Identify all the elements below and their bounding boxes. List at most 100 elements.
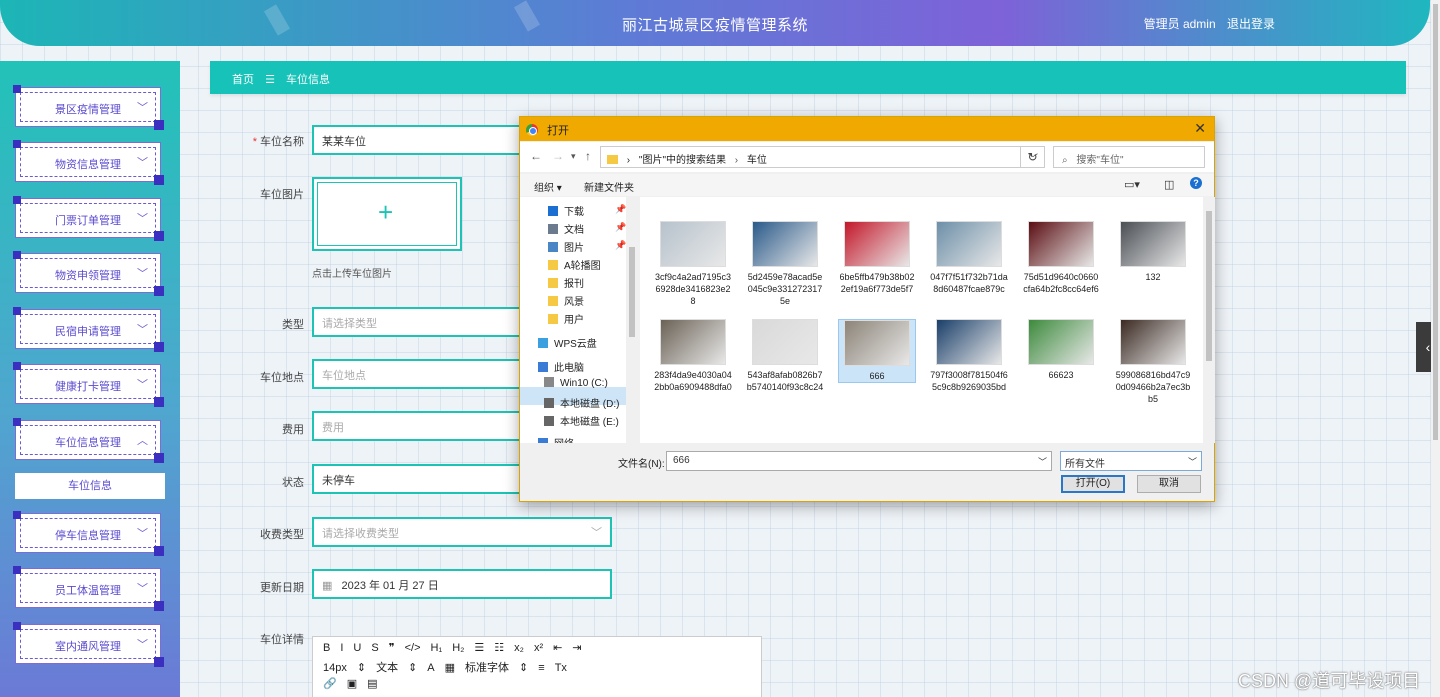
nav-item[interactable]: 本地磁盘 (E:) [544,413,619,428]
nav-item[interactable]: 图片 [548,239,584,254]
editor-tool-icon[interactable]: A [427,662,434,674]
cancel-button[interactable]: 取消 [1137,475,1201,493]
files-scrollbar[interactable] [1203,197,1215,443]
editor-tool-icon[interactable]: ⇥ [572,641,581,654]
nav-item-icon [544,377,554,387]
sidebar-menu-item[interactable]: 员工体温管理 ﹀ [13,566,164,611]
editor-tool-icon[interactable]: ⇕ [519,661,528,674]
path-segment[interactable]: 车位 [747,155,767,166]
nav-item[interactable]: 风景 [548,293,584,308]
nav-item[interactable]: WPS云盘 [538,335,597,350]
corner-decoration [13,85,21,93]
sidebar-menu-item[interactable]: 民宿申请管理 ﹀ [13,307,164,352]
file-item[interactable]: 5d2459e78acad5e045c9e3312723175e [746,221,824,307]
sidebar-menu-item[interactable]: 停车信息管理 ﹀ [13,511,164,556]
nav-scrollbar[interactable] [626,197,638,443]
editor-tool-icon[interactable]: Tx [555,662,567,674]
editor-tool-icon[interactable]: H₂ [452,642,464,654]
nav-item-icon [548,278,558,288]
scrollbar-thumb[interactable] [1206,211,1212,361]
file-item[interactable]: 543af8afab0826b7b5740140f93c8c24 [746,319,824,393]
sidebar-menu-item[interactable]: 物资申领管理 ﹀ [13,251,164,296]
nav-item[interactable]: 本地磁盘 (D:) [544,395,619,410]
file-item[interactable]: 75d51d9640c0660cfa64b2fc8cc64ef6 [1022,221,1100,295]
editor-tool-icon[interactable]: ▦ [445,661,455,674]
editor-tool-icon[interactable]: x² [534,642,543,654]
open-button[interactable]: 打开(O) [1061,475,1125,493]
nav-item[interactable]: 下载 [548,203,584,218]
help-icon[interactable]: ? [1190,177,1202,189]
scrollbar-thumb[interactable] [1433,4,1438,440]
breadcrumb-home[interactable]: 首页 [232,74,254,86]
editor-tool-icon[interactable]: ❞ [389,641,395,654]
back-arrow-icon[interactable]: ← [530,149,542,163]
chevron-down-icon[interactable]: ﹀ [1038,455,1047,468]
sidebar-menu-item[interactable]: 室内通风管理 ﹀ [13,622,164,667]
scrollbar-thumb[interactable] [629,247,635,337]
file-item[interactable]: 66623 [1022,319,1100,381]
editor-tool-icon[interactable]: </> [405,642,421,654]
editor-tool-icon[interactable]: 文本 [376,659,398,675]
chevron-icon: ﹀ [137,639,148,651]
file-item[interactable]: 599086816bd47c90d09466b2a7ec3bb5 [1114,319,1192,405]
editor-tool-icon[interactable]: 🔗 [323,677,337,690]
search-input[interactable]: ⌕ 搜索"车位" [1053,146,1205,168]
file-item[interactable]: 132 [1114,221,1192,283]
nav-item[interactable]: A轮播图 [548,257,601,272]
new-folder-button[interactable]: 新建文件夹 [584,179,634,194]
nav-item[interactable]: 报刊 [548,275,584,290]
editor-tool-icon[interactable]: ⇕ [357,661,366,674]
nav-item[interactable]: 网络 [538,435,574,443]
sidebar-menu-item[interactable]: 健康打卡管理 ﹀ [13,362,164,407]
editor-tool-icon[interactable]: x₂ [514,642,524,654]
refresh-icon[interactable]: ↻ [1020,146,1044,168]
file-item[interactable]: 666 [838,319,916,383]
sidebar-menu-item[interactable]: 物资信息管理 ﹀ [13,140,164,185]
up-arrow-icon[interactable]: ↑ [585,149,591,163]
submenu-item-parking-info[interactable]: 车位信息 [15,473,165,499]
nav-item[interactable]: 文档 [548,221,584,236]
file-item[interactable]: 6be5ffb479b38b022ef19a6f773de5f7 [838,221,916,295]
logout-link[interactable]: 退出登录 [1227,17,1275,31]
file-item[interactable]: 797f3008f781504f65c9c8b9269035bd [930,319,1008,393]
sidebar-menu-item[interactable]: 门票订单管理 ﹀ [13,196,164,241]
image-upload-box[interactable]: + [312,177,462,251]
editor-tool-icon[interactable]: ≡ [538,662,544,674]
sidebar-menu-item[interactable]: 车位信息管理 ︿ [13,418,164,463]
recent-chevron-icon[interactable]: ▾ [571,151,576,162]
editor-tool-icon[interactable]: ⇕ [408,661,417,674]
file-item[interactable]: 047f7f51f732b71da8d60487fcae879c [930,221,1008,295]
organize-menu[interactable]: 组织 ▾ [534,179,562,194]
editor-tool-icon[interactable]: ☰ [474,641,484,654]
date-picker[interactable]: ▦ 2023 年 01 月 27 日 [312,569,612,599]
nav-item[interactable]: Win10 (C:) [544,377,608,389]
close-icon[interactable]: ✕ [1194,120,1206,137]
forward-arrow-icon[interactable]: → [552,149,564,163]
rich-text-editor[interactable]: B I U S ❞ </> H₁ H₂ ☰ ☷ x₂ x² ⇤ ⇥ 14px ⇕ 文本 ⇕ A ▦ 标准字体 ⇕ ≡ Tx … [312,636,762,697]
sidebar-menu-item[interactable]: 景区疫情管理 ﹀ [13,85,164,130]
editor-tool-icon[interactable]: B [323,642,330,654]
nav-item[interactable]: 此电脑 [538,359,584,374]
editor-tool-icon[interactable]: ☷ [494,641,504,654]
file-item[interactable]: 3cf9c4a2ad7195c36928de3416823e28 [654,221,732,307]
file-type-select[interactable]: 所有文件 ﹀ [1060,451,1202,471]
filename-input[interactable]: 666 ﹀ [666,451,1052,471]
nav-item-icon [548,296,558,306]
editor-tool-icon[interactable]: U [353,642,361,654]
editor-tool-icon[interactable]: 标准字体 [465,659,509,675]
editor-tool-icon[interactable]: ⇤ [553,641,562,654]
editor-tool-icon[interactable]: I [340,642,343,654]
nav-item[interactable]: 用户 [548,311,584,326]
address-bar[interactable]: › "图片"中的搜索结果 › 车位 ﹀ [600,146,1045,168]
path-segment[interactable]: "图片"中的搜索结果 [639,155,726,166]
editor-tool-icon[interactable]: ▣ [347,677,357,690]
page-scrollbar[interactable] [1431,0,1440,697]
charge-type-select[interactable]: 请选择收费类型 ﹀ [312,517,612,547]
view-options-icon[interactable]: ▭▾ [1124,178,1140,191]
editor-tool-icon[interactable]: S [371,642,378,654]
preview-pane-icon[interactable]: ◫ [1164,178,1174,191]
editor-tool-icon[interactable]: ▤ [367,677,377,690]
file-item[interactable]: 283f4da9e4030a042bb0a6909488dfa0 [654,319,732,393]
editor-tool-icon[interactable]: H₁ [431,642,443,654]
editor-tool-icon[interactable]: 14px [323,662,347,674]
